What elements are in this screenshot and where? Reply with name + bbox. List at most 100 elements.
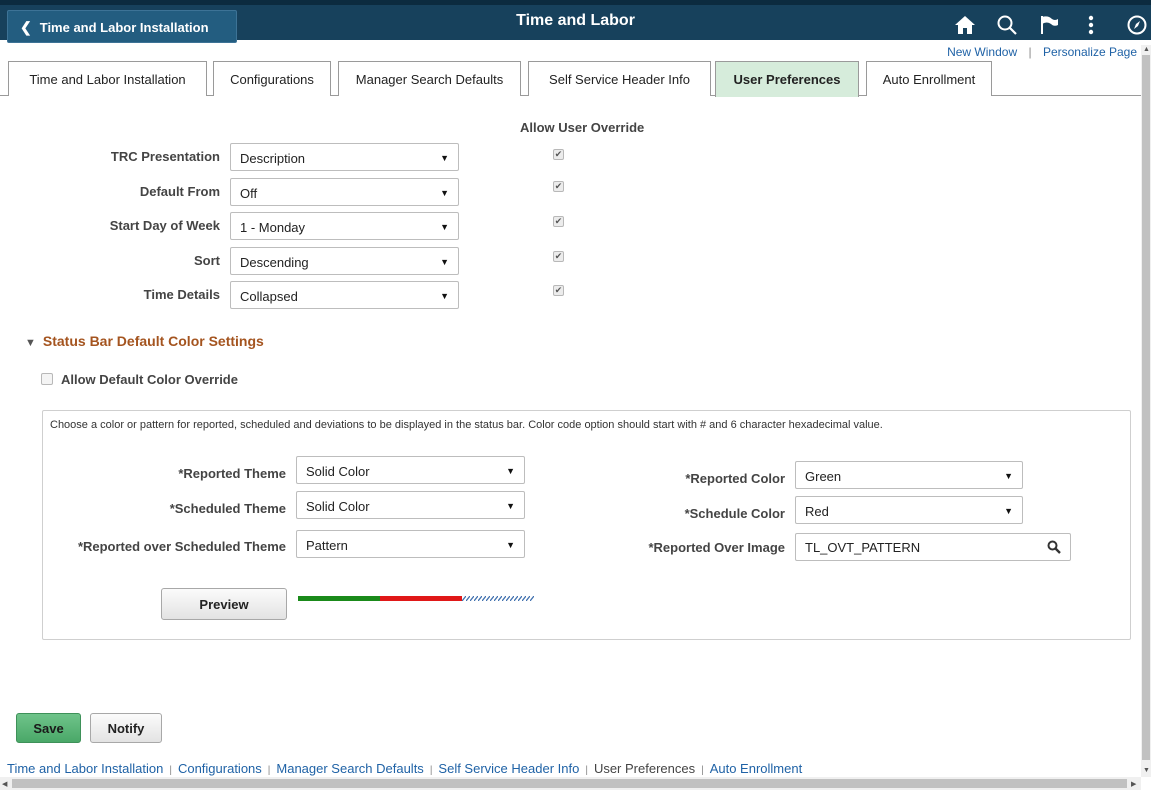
preview-reported-segment [298,596,380,601]
scroll-left-arrow-icon[interactable]: ◀ [2,780,7,788]
sort-label: Sort [194,253,220,268]
tab-label: Configurations [230,71,314,87]
links-separator: | [1028,45,1032,59]
select-value: Solid Color [306,464,370,479]
select-value: Descending [240,255,309,270]
save-button[interactable]: Save [16,713,81,743]
bottom-link-configurations[interactable]: Configurations [178,761,262,776]
dropdown-arrow-icon: ▼ [1004,471,1013,481]
preview-scheduled-segment [380,596,462,601]
header-bar: Time and Labor ❮ Time and Labor Installat… [0,0,1151,43]
status-bar-section-toggle[interactable]: ▼ Status Bar Default Color Settings [25,333,264,349]
bottom-link-auto-enrollment[interactable]: Auto Enrollment [710,761,803,776]
horizontal-scroll-thumb[interactable] [12,779,1127,788]
tab-self-service-header-info[interactable]: Self Service Header Info [528,61,711,96]
reported-over-scheduled-theme-label: *Reported over Scheduled Theme [77,539,286,554]
chevron-left-icon: ❮ [20,19,32,35]
actions-menu-icon[interactable] [1078,11,1104,39]
tab-strip: Time and Labor Installation Configuratio… [0,61,1141,97]
status-bar-section-title: Status Bar Default Color Settings [42,333,264,349]
preview-button[interactable]: Preview [161,588,287,620]
scheduled-theme-select[interactable]: Solid Color ▼ [296,491,525,519]
tab-label: Manager Search Defaults [355,71,504,87]
schedule-color-label: *Schedule Color [684,506,785,521]
dropdown-arrow-icon: ▼ [440,257,449,267]
tab-auto-enrollment[interactable]: Auto Enrollment [866,61,992,96]
select-value: 1 - Monday [240,220,306,235]
color-instructions-text: Choose a color or pattern for reported, … [50,419,883,431]
scroll-up-arrow-icon[interactable]: ▲ [1143,46,1150,53]
navbar-compass-icon[interactable] [1124,11,1150,39]
trc-presentation-label: TRC Presentation [110,149,220,164]
reported-theme-label: *Reported Theme [178,466,286,481]
start-day-of-week-override-checkbox[interactable]: ✔ [553,216,564,227]
preview-pattern-segment [462,596,534,601]
reported-over-image-field[interactable]: TL_OVT_PATTERN [795,533,1071,561]
tab-label: Auto Enrollment [882,71,976,87]
vertical-scroll-thumb[interactable] [1142,55,1150,760]
search-icon[interactable] [994,11,1020,39]
status-bar-preview [298,596,534,601]
preview-button-label: Preview [199,596,249,612]
reported-theme-select[interactable]: Solid Color ▼ [296,456,525,484]
tab-label: Self Service Header Info [549,71,690,87]
tab-label: Time and Labor Installation [29,71,186,87]
start-day-of-week-label: Start Day of Week [109,218,220,233]
time-details-select[interactable]: Collapsed ▼ [230,281,459,309]
reported-over-scheduled-theme-select[interactable]: Pattern ▼ [296,530,525,558]
bottom-link-self-service-header-info[interactable]: Self Service Header Info [438,761,579,776]
save-button-label: Save [33,720,64,736]
vertical-scrollbar[interactable]: ▲ ▼ [1141,45,1151,777]
default-from-select[interactable]: Off ▼ [230,178,459,206]
bottom-link-manager-search-defaults[interactable]: Manager Search Defaults [276,761,423,776]
scroll-right-arrow-icon[interactable]: ▶ [1131,780,1136,788]
bottom-link-time-and-labor-installation[interactable]: Time and Labor Installation [7,761,163,776]
page-links: New Window | Personalize Page [947,45,1137,59]
sort-select[interactable]: Descending ▼ [230,247,459,275]
bottom-separator: | [429,765,433,776]
tab-user-preferences[interactable]: User Preferences [715,61,859,97]
flag-icon[interactable] [1036,11,1062,39]
trc-presentation-override-checkbox[interactable]: ✔ [553,149,564,160]
allow-default-color-override-checkbox[interactable] [41,373,53,385]
dropdown-arrow-icon: ▼ [440,153,449,163]
dropdown-arrow-icon: ▼ [440,222,449,232]
tab-manager-search-defaults[interactable]: Manager Search Defaults [338,61,521,96]
back-button[interactable]: ❮ Time and Labor Installation [7,10,237,43]
schedule-color-select[interactable]: Red ▼ [795,496,1023,524]
tab-label: User Preferences [733,72,841,87]
notify-button[interactable]: Notify [90,713,162,743]
select-value: Red [805,504,829,519]
scroll-down-arrow-icon[interactable]: ▼ [1143,767,1150,774]
allow-user-override-heading: Allow User Override [520,120,645,135]
collapse-triangle-icon: ▼ [25,337,36,349]
bottom-page-links: Time and Labor Installation | Configuratio… [7,761,802,776]
reported-color-select[interactable]: Green ▼ [795,461,1023,489]
tab-configurations[interactable]: Configurations [213,61,331,96]
time-details-override-checkbox[interactable]: ✔ [553,285,564,296]
dropdown-arrow-icon: ▼ [506,501,515,511]
select-value: Description [240,151,306,166]
tab-time-and-labor-installation[interactable]: Time and Labor Installation [8,61,207,96]
personalize-page-link[interactable]: Personalize Page [1043,45,1137,59]
horizontal-scrollbar[interactable]: ◀ ▶ [0,777,1141,790]
reported-over-image-label: *Reported Over Image [648,540,785,555]
default-from-label: Default From [139,184,220,199]
new-window-link[interactable]: New Window [947,45,1017,59]
dropdown-arrow-icon: ▼ [506,540,515,550]
select-value: Green [805,469,842,484]
sort-override-checkbox[interactable]: ✔ [553,251,564,262]
bottom-separator: | [267,765,271,776]
bottom-separator: | [701,765,704,776]
reported-color-label: *Reported Color [685,471,785,486]
time-details-label: Time Details [143,287,220,302]
home-icon[interactable] [952,11,978,39]
default-from-override-checkbox[interactable]: ✔ [553,181,564,192]
select-value: Collapsed [240,289,298,304]
back-button-label: Time and Labor Installation [39,20,209,35]
start-day-of-week-select[interactable]: 1 - Monday ▼ [230,212,459,240]
trc-presentation-select[interactable]: Description ▼ [230,143,459,171]
bottom-separator: | [585,765,588,776]
lookup-search-icon[interactable] [1047,540,1061,554]
select-value: Pattern [306,538,348,553]
